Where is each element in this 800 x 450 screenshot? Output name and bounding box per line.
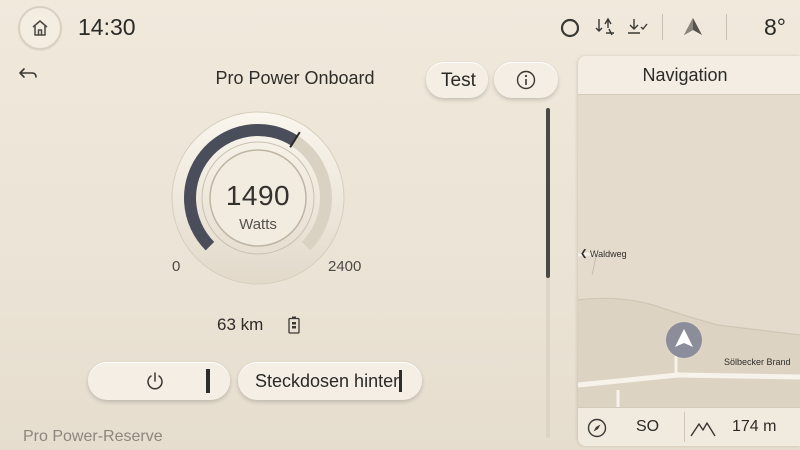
scrollbar-thumb[interactable] <box>546 108 550 278</box>
map-left-chevron-icon[interactable]: ❮ <box>580 248 588 259</box>
street-label: Sölbecker Brand <box>724 357 791 367</box>
navigation-header[interactable]: Navigation <box>578 56 800 95</box>
power-icon <box>147 372 163 390</box>
compass-icon <box>587 418 607 438</box>
info-icon <box>516 70 536 90</box>
battery-icon <box>288 316 300 334</box>
home-icon <box>32 20 48 36</box>
heading-value: SO <box>636 418 660 435</box>
mountain-icon <box>690 422 716 437</box>
power-toggle-button[interactable] <box>88 362 230 400</box>
clock: 14:30 <box>78 14 136 40</box>
rear-sockets-label: Steckdosen hinten <box>255 371 404 391</box>
home-button[interactable] <box>20 8 60 48</box>
voice-assistant-icon[interactable] <box>559 17 581 39</box>
status-bar: 14:30 8° <box>0 0 800 56</box>
navigation-title: Navigation <box>642 65 728 85</box>
altitude-value: 174 m <box>732 418 777 435</box>
gauge-scale-max: 2400 <box>328 258 362 275</box>
range-value: 63 km <box>217 315 264 334</box>
toggle-indicator <box>399 370 402 392</box>
gauge-scale-min: 0 <box>172 258 181 275</box>
navigation-panel[interactable]: Navigation ❮ Waldweg Sölbecker Brand SO … <box>578 56 800 446</box>
navigation-footer: SO 174 m <box>578 407 800 446</box>
gauge-unit: Watts <box>239 216 277 233</box>
rear-sockets-button[interactable]: Steckdosen hinten <box>238 362 422 400</box>
sync-status-icon <box>595 17 614 36</box>
back-arrow-icon[interactable] <box>18 66 40 84</box>
test-button[interactable]: Test <box>426 62 488 98</box>
status-divider <box>726 14 727 40</box>
street-label: Waldweg <box>590 249 627 259</box>
gauge-value: 1490 <box>225 180 291 211</box>
map-view[interactable]: ❮ Waldweg Sölbecker Brand <box>578 95 800 407</box>
footer-divider <box>684 412 685 442</box>
test-button-label: Test <box>441 70 476 91</box>
navigation-arrow-icon[interactable] <box>682 16 704 38</box>
download-icon <box>628 19 648 34</box>
screen: 14:30 8° Pro Power Onboard Test 1490 Wat… <box>0 0 800 450</box>
status-divider <box>662 14 663 40</box>
page-title: Pro Power Onboard <box>215 68 375 88</box>
reserve-section-heading: Pro Power-Reserve <box>23 428 163 445</box>
outside-temperature: 8° <box>764 14 786 40</box>
toggle-indicator <box>206 369 210 393</box>
vehicle-position-icon <box>666 322 702 358</box>
info-button[interactable] <box>494 62 558 98</box>
